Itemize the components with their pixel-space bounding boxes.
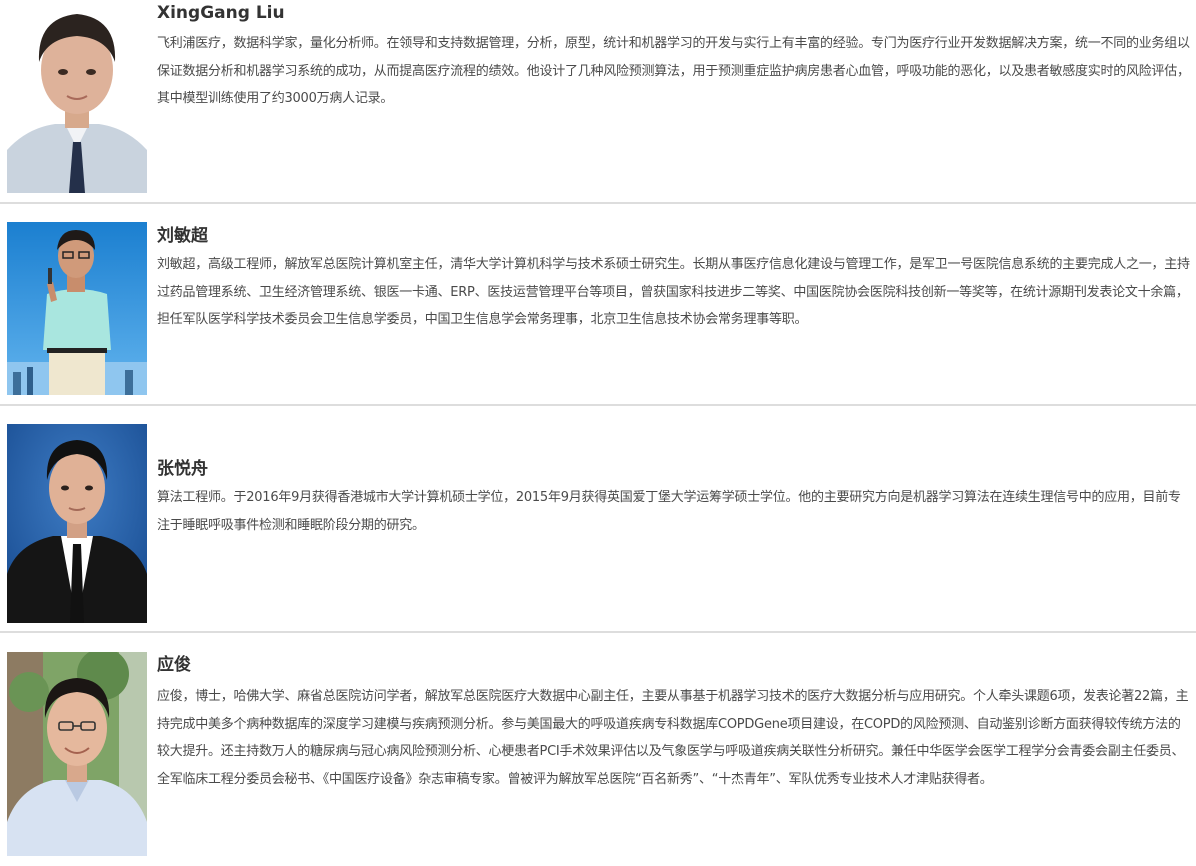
divider [0,202,1196,204]
profile-photo [7,652,147,856]
portrait-illustration [7,424,147,623]
divider [0,631,1196,633]
profile-card: 刘敏超 刘敏超，高级工程师，解放军总医院计算机室主任，清华大学计算机科学与技术系… [0,205,1196,404]
profile-photo [7,0,147,193]
profile-card: 应俊 应俊，博士，哈佛大学、麻省总医院访问学者，解放军总医院医疗大数据中心副主任… [0,634,1196,866]
profile-bio: 刘敏超，高级工程师，解放军总医院计算机室主任，清华大学计算机科学与技术系硕士研究… [157,257,1190,327]
portrait-illustration [7,0,147,193]
profile-photo [7,222,147,395]
profile-card: 张悦舟 算法工程师。于2016年9月获得香港城市大学计算机硕士学位，2015年9… [0,407,1196,631]
profile-name: 张悦舟 [157,459,208,479]
portrait-illustration [7,222,147,395]
profile-name: 刘敏超 [157,226,208,246]
profile-bio: 算法工程师。于2016年9月获得香港城市大学计算机硕士学位，2015年9月获得英… [157,490,1181,533]
profile-photo [7,424,147,623]
portrait-illustration [7,652,147,856]
profile-name: XingGang Liu [157,3,285,23]
divider [0,404,1196,406]
profile-bio: 飞利浦医疗，数据科学家，量化分析师。在领导和支持数据管理，分析，原型，统计和机器… [157,36,1190,106]
profile-name: 应俊 [157,655,191,675]
profile-card: XingGang Liu 飞利浦医疗，数据科学家，量化分析师。在领导和支持数据管… [0,0,1196,202]
profile-bio: 应俊，博士，哈佛大学、麻省总医院访问学者，解放军总医院医疗大数据中心副主任，主要… [157,689,1189,787]
